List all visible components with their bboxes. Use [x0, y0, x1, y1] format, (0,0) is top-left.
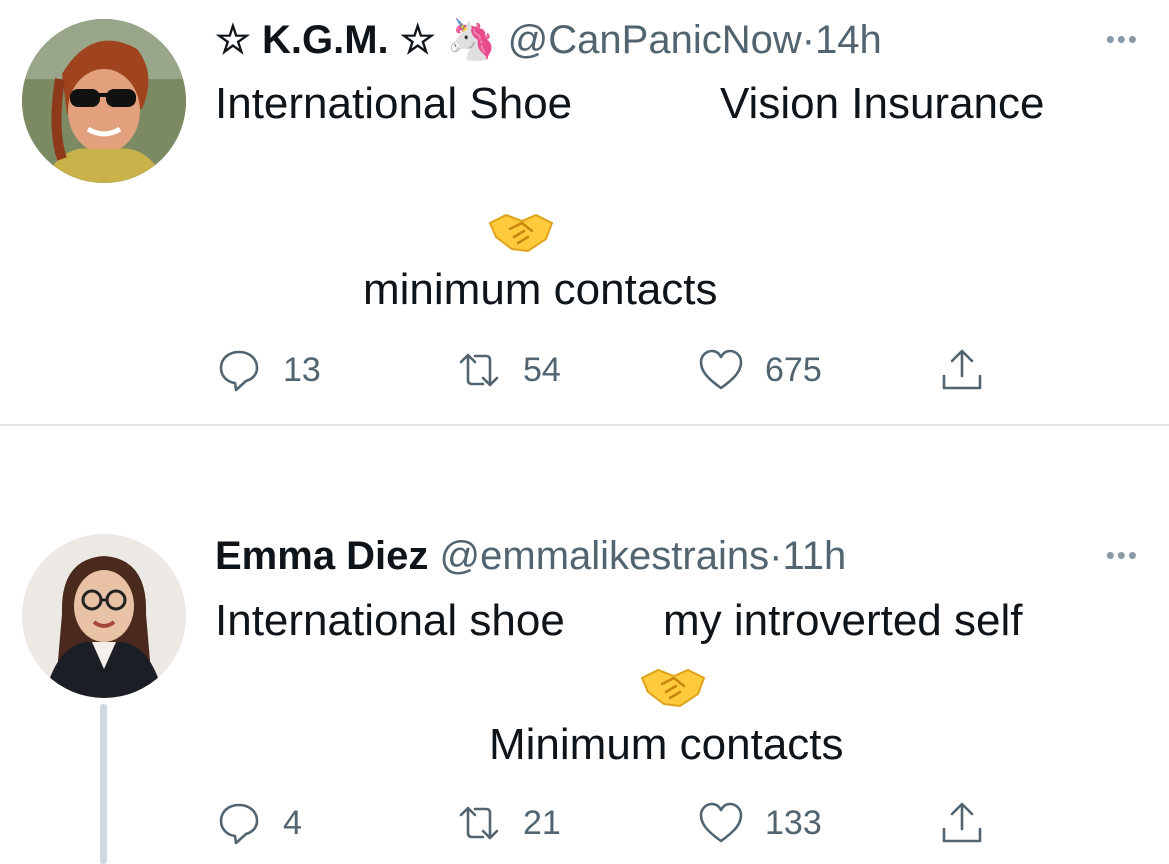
- retweet-button[interactable]: 54: [455, 346, 561, 394]
- separator: ·: [769, 534, 783, 578]
- reply-icon: [219, 803, 259, 845]
- retweet-icon: [459, 353, 499, 387]
- like-count: 133: [765, 803, 822, 842]
- avatar-photo-icon: [22, 534, 186, 698]
- avatar-photo-icon: [22, 19, 186, 183]
- unicorn-icon: 🦄: [446, 18, 497, 62]
- reply-button[interactable]: 13: [215, 346, 321, 394]
- handle[interactable]: @emmalikestrains: [440, 534, 770, 578]
- avatar[interactable]: [22, 534, 186, 698]
- reply-count: 13: [283, 350, 321, 389]
- retweet-count: 21: [523, 803, 561, 842]
- tweet-text-right: my introverted self: [663, 596, 1023, 645]
- reply-count: 4: [283, 803, 302, 842]
- more-options-icon[interactable]: •••: [1106, 24, 1139, 55]
- heart-icon: [699, 802, 743, 843]
- tweet-text-right: Vision Insurance: [720, 79, 1045, 128]
- separator: ·: [801, 18, 816, 62]
- display-name[interactable]: ☆ K.G.M. ☆: [215, 18, 436, 62]
- tweet[interactable]: ☆ K.G.M. ☆ 🦄 @CanPanicNow·14h ••• Intern…: [0, 0, 1169, 424]
- handle[interactable]: @CanPanicNow: [508, 18, 802, 62]
- timestamp[interactable]: 14h: [815, 18, 882, 62]
- timestamp[interactable]: 11h: [782, 534, 846, 578]
- like-button[interactable]: 675: [697, 346, 822, 394]
- tweet-header: ☆ K.G.M. ☆ 🦄 @CanPanicNow·14h: [215, 16, 882, 64]
- share-button[interactable]: [938, 799, 986, 847]
- heart-icon: [699, 349, 743, 390]
- retweet-count: 54: [523, 350, 561, 389]
- tweet-text-left: International shoe: [215, 596, 565, 645]
- like-count: 675: [765, 350, 822, 389]
- like-button[interactable]: 133: [697, 799, 822, 847]
- tweet-actions: 13 54 675: [0, 340, 1169, 400]
- tweet-actions: 4 21 133: [0, 795, 1169, 855]
- share-icon: [942, 802, 982, 843]
- tweet-text-bottom: minimum contacts: [363, 265, 718, 314]
- tweet-text-left: International Shoe: [215, 79, 573, 128]
- reply-icon: [219, 350, 259, 392]
- share-button[interactable]: [938, 346, 986, 394]
- handshake-icon: [488, 213, 554, 253]
- retweet-icon: [459, 806, 499, 840]
- handshake-icon: [640, 668, 706, 708]
- share-icon: [942, 349, 982, 390]
- retweet-button[interactable]: 21: [455, 799, 561, 847]
- more-options-icon[interactable]: •••: [1106, 540, 1139, 571]
- avatar[interactable]: [22, 19, 186, 183]
- tweet-header: Emma Diez @emmalikestrains·11h: [215, 532, 846, 580]
- reply-button[interactable]: 4: [215, 799, 302, 847]
- display-name[interactable]: Emma Diez: [215, 534, 428, 578]
- tweet-text-bottom: Minimum contacts: [489, 720, 844, 769]
